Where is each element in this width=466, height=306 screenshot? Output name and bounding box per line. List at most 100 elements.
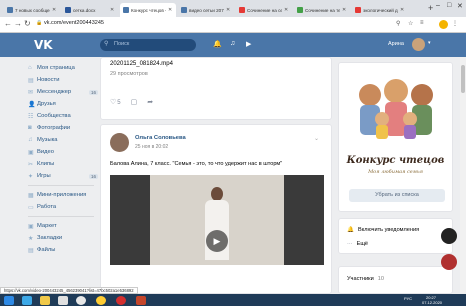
post-card: Ольга Соловьева 25 ноя в 20:02 ⌄ Балова … (100, 124, 332, 294)
comment-icon[interactable]: ▢ (131, 98, 138, 106)
chevron-down-icon[interactable]: ▾ (428, 40, 431, 46)
sidebar-item-label: Новости (37, 77, 60, 83)
sidebar-item[interactable]: ▤ Новости (28, 74, 98, 86)
video-player[interactable]: ▶ (110, 175, 324, 265)
browser-tab[interactable]: экологический д ✕ (352, 3, 408, 17)
tab-close-icon[interactable]: ✕ (52, 7, 57, 13)
post-text: Балова Алина, 7 класс. "Семья - это, то … (110, 161, 283, 167)
bell-icon: 🔔 (347, 227, 354, 233)
opera-icon[interactable] (116, 296, 126, 305)
photos-icon: ◙ (28, 125, 32, 131)
tab-close-icon[interactable]: ✕ (284, 7, 289, 13)
search-icon: ⚲ (104, 41, 109, 47)
sidebar-item[interactable]: ▤ Файлы (28, 244, 98, 256)
browser-tab[interactable]: видео сетьи 207 ✕ (178, 3, 234, 17)
sidebar-item[interactable]: ▦ Мини-приложения (28, 189, 98, 201)
tab-title: экологический д (363, 7, 398, 13)
post-author[interactable]: Ольга Соловьева (135, 135, 186, 141)
browser-tab[interactable]: сетка.docx ✕ (62, 3, 118, 17)
yandex-icon[interactable] (96, 296, 106, 305)
sidebar-item[interactable]: ★ Закладки (28, 232, 98, 244)
more-label: Ещё (356, 241, 369, 247)
minimize-icon[interactable]: – (436, 2, 440, 9)
more-button[interactable]: ··· Ещё (347, 241, 368, 247)
forward-icon[interactable]: → (14, 19, 22, 28)
windows-taskbar: РУС 20:27 07.12.2020 (0, 294, 466, 306)
tab-close-icon[interactable]: ✕ (400, 7, 405, 13)
search-input[interactable]: ⚲ Поиск (100, 39, 196, 51)
extensions-icon[interactable]: ≡ (420, 20, 424, 26)
music-player-icon[interactable]: ♫ (230, 40, 235, 47)
browser-profile-avatar[interactable] (439, 20, 448, 29)
new-tab-button[interactable]: + (428, 3, 433, 13)
reload-icon[interactable]: ↻ (24, 19, 31, 28)
members-header[interactable]: Участники 10 (347, 276, 384, 282)
sidebar-item[interactable]: ✉ Мессенджер 16 (28, 86, 98, 98)
chrome-icon[interactable] (76, 296, 86, 305)
page-scrollbar[interactable] (460, 57, 466, 293)
sidebar-item[interactable]: ◙ Фотографии (28, 122, 98, 134)
floating-chat-avatar-2[interactable] (441, 254, 457, 270)
play-icon[interactable]: ▶ (246, 40, 251, 48)
tab-close-icon[interactable]: ✕ (168, 7, 173, 13)
sidebar-item[interactable]: ⌂ Моя страница (28, 62, 98, 74)
video-file-name[interactable]: 20201125_081824.mp4 (110, 61, 173, 67)
clock-date[interactable]: 07.12.2020 (422, 300, 442, 305)
browser-tab[interactable]: 7 новых сообщен ✕ (4, 3, 60, 17)
sidebar-item-label: Видео (37, 149, 54, 155)
tab-close-icon[interactable]: ✕ (226, 7, 231, 13)
sidebar-item[interactable]: ✦ Игры 16 (28, 170, 98, 182)
floating-chat-avatar[interactable] (441, 228, 457, 244)
scrollbar-thumb[interactable] (461, 65, 465, 93)
back-icon[interactable]: ← (4, 19, 12, 28)
url-field[interactable]: vk.com/event200443245 (44, 20, 104, 26)
post-date[interactable]: 25 ноя в 20:02 (135, 144, 168, 150)
bookmark-star-icon[interactable]: ☆ (408, 20, 413, 27)
sidebar-divider (28, 185, 94, 186)
sidebar-item[interactable]: ♫ Музыка (28, 134, 98, 146)
apps-icon: ▦ (28, 192, 34, 199)
sidebar-item-label: Мини-приложения (37, 192, 87, 198)
sidebar-item[interactable]: ▣ Маркет (28, 220, 98, 232)
play-button[interactable]: ▶ (206, 230, 228, 252)
powerpoint-icon[interactable] (136, 296, 146, 305)
sidebar-item-label: Файлы (37, 247, 56, 253)
language-indicator[interactable]: РУС (404, 296, 412, 301)
user-name[interactable]: Арина (388, 41, 404, 47)
share-icon[interactable]: ➦ (147, 98, 153, 106)
sidebar-item[interactable]: ▭ Работа (28, 201, 98, 213)
tab-favicon-icon (297, 7, 303, 13)
explorer-icon[interactable] (40, 296, 50, 305)
post-menu-icon[interactable]: ⌄ (314, 135, 319, 142)
maximize-icon[interactable]: □ (447, 2, 451, 9)
sidebar-item[interactable]: ▣ Видео (28, 146, 98, 158)
vk-header: VK ⚲ Поиск 🔔 ♫ ▶ Арина ▾ (0, 33, 466, 57)
contest-subtitle: Моя любимая семья (368, 169, 423, 175)
notifications-bell-icon[interactable]: 🔔 (213, 40, 222, 48)
browser-tab[interactable]: Сочинение на сетьи✕ (236, 3, 292, 17)
zoom-icon[interactable]: ⚲ (396, 20, 400, 27)
start-button-icon[interactable] (4, 296, 14, 305)
sidebar-item[interactable]: ✂ Клипы (28, 158, 98, 170)
close-icon[interactable]: ✕ (457, 2, 463, 10)
search-placeholder: Поиск (114, 41, 130, 47)
browser-menu-icon[interactable]: ⋮ (452, 20, 458, 27)
tab-close-icon[interactable]: ✕ (110, 7, 115, 13)
sidebar-item[interactable]: ☷ Сообщества (28, 110, 98, 122)
avatar[interactable] (412, 38, 425, 51)
enable-notifications-button[interactable]: 🔔 Включить уведомления (347, 227, 419, 233)
sidebar-item-label: Клипы (37, 161, 55, 167)
browser-tab[interactable]: Конкурс чтецов - В✕ (120, 3, 176, 17)
sidebar-item[interactable]: 👤 Друзья (28, 98, 98, 110)
ie-icon[interactable] (22, 296, 32, 305)
author-avatar[interactable] (110, 133, 129, 152)
notifications-card: 🔔 Включить уведомления ··· Ещё (338, 218, 453, 254)
like-button[interactable]: ♡5 (110, 98, 121, 106)
vk-logo[interactable]: VK (34, 38, 53, 52)
tab-close-icon[interactable]: ✕ (342, 7, 347, 13)
members-card: Участники 10 (338, 266, 453, 294)
remove-from-list-button[interactable]: Убрать из списка (349, 189, 445, 202)
browser-tab[interactable]: Сочинение на тему✕ (294, 3, 350, 17)
clips-icon: ✂ (28, 161, 34, 168)
media-player-icon[interactable] (58, 296, 68, 305)
